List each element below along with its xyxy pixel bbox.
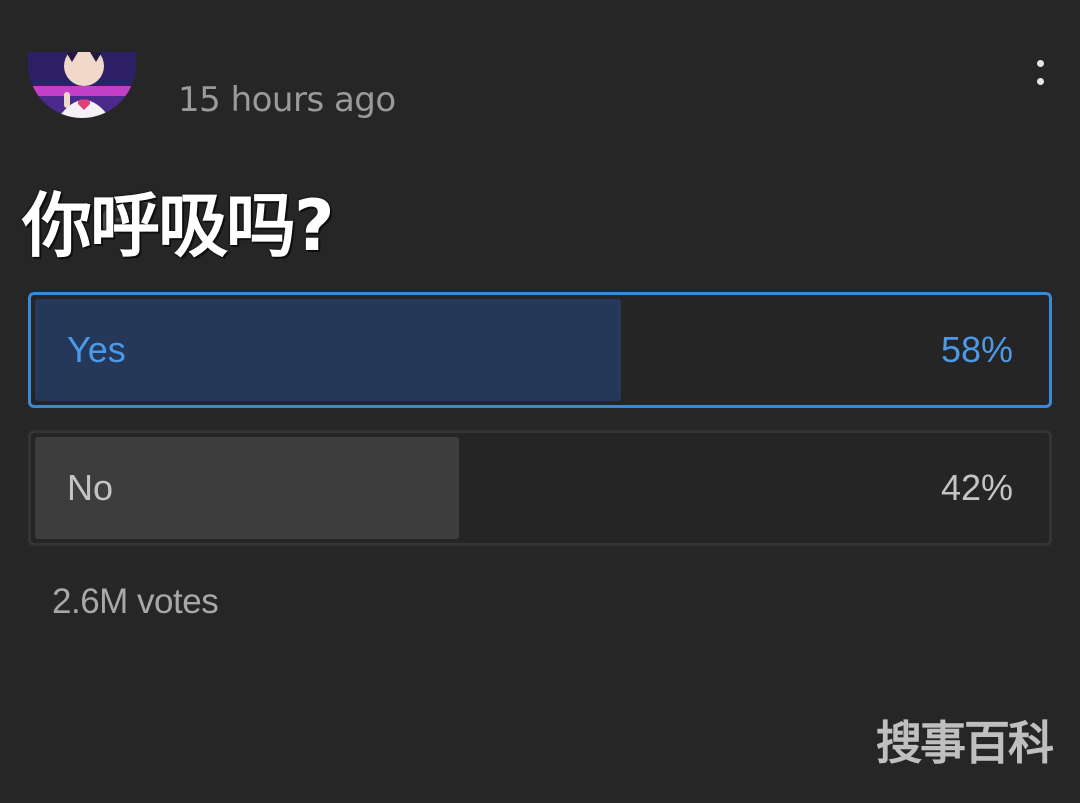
more-vertical-icon [1037,60,1044,67]
poll-option-percent: 58% [940,329,1013,370]
vote-count: 2.6M votes [52,582,219,621]
poll-option-no[interactable]: No 42% [28,430,1052,546]
question-area: e? 你呼吸吗? [22,170,622,267]
more-options-button[interactable] [1024,52,1056,92]
poll-option-yes[interactable]: Yes 58% [28,292,1052,408]
post-timestamp: 15 hours ago [178,80,396,120]
more-vertical-icon-dot [1037,78,1044,85]
avatar[interactable] [28,52,136,118]
poll-option-label: No [67,467,114,508]
poll-option-label: Yes [67,329,126,370]
poll-option-percent: 42% [940,467,1013,508]
watermark-logo: 搜事百科 [876,716,1054,770]
poll-post: 15 hours ago e? 你呼吸吗? Yes 58% No 42% 2.6… [0,0,1080,803]
avatar-image [28,52,136,118]
poll-question: 你呼吸吗? [22,185,335,267]
